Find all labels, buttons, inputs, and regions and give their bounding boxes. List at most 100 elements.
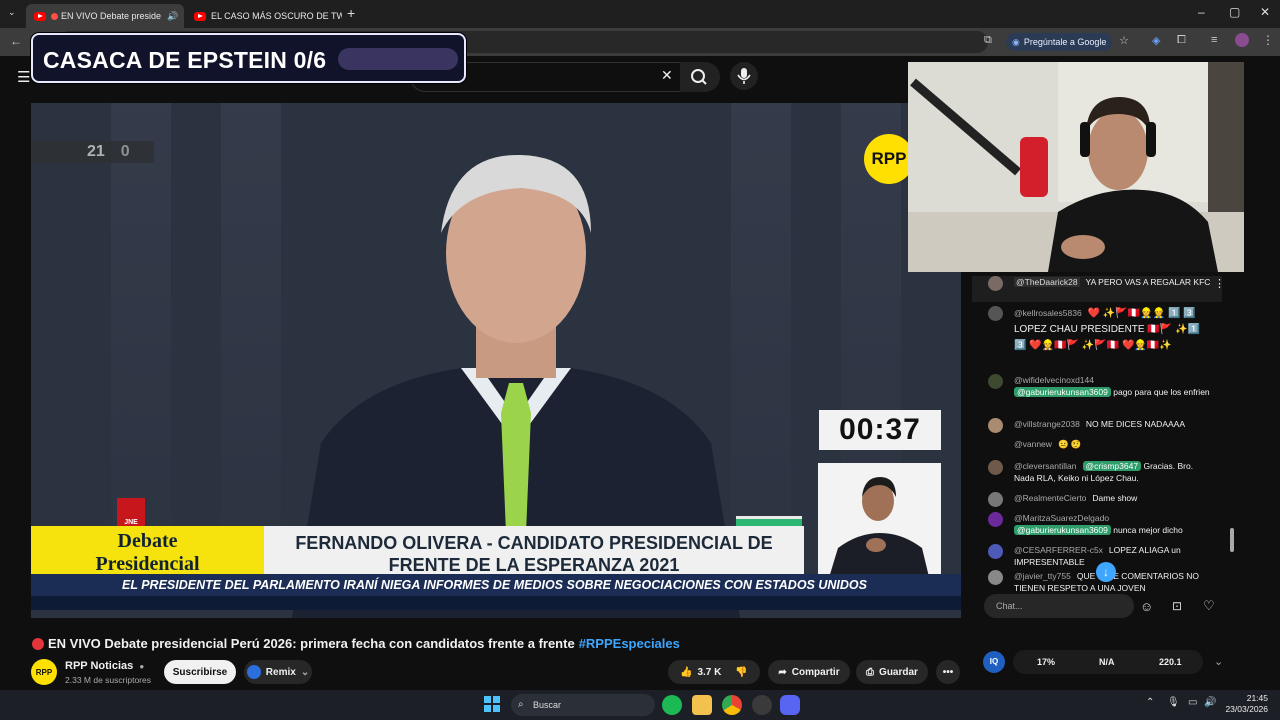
chat-author[interactable]: @vannew	[1014, 439, 1052, 449]
volume-icon[interactable]: 🔊	[1204, 697, 1216, 708]
heart-icon[interactable]: ♡	[1203, 598, 1215, 614]
search-icon: ⌕	[518, 699, 524, 710]
chat-text: pago para que los enfrien	[1113, 387, 1210, 397]
stats-logo-icon: IQ	[983, 651, 1005, 673]
chat-author[interactable]: @TheDaarick28	[1014, 277, 1080, 287]
mention-chip[interactable]: @gaburierukunsan3609	[1014, 525, 1111, 535]
microphone-icon	[737, 68, 751, 84]
save-button[interactable]: ⎙ Guardar	[856, 660, 928, 684]
chrome-icon[interactable]	[722, 695, 742, 715]
minimize-button[interactable]: –	[1198, 5, 1205, 19]
scroll-down-button[interactable]: ↓	[1096, 562, 1116, 582]
dislike-icon[interactable]: 👎	[735, 667, 747, 678]
tab-search-icon[interactable]: ⌄	[8, 7, 16, 18]
stat-value: 220.1	[1159, 657, 1182, 667]
chat-author[interactable]: @CESARFERRER-c5x	[1014, 545, 1103, 555]
taskbar-clock[interactable]: 21:45 23/03/2026	[1222, 693, 1268, 715]
like-dislike-group: 👍 3.7 K 👎	[668, 660, 760, 684]
windows-start-icon[interactable]	[484, 696, 500, 712]
mic-button[interactable]	[730, 62, 758, 90]
menu-icon[interactable]: ⋮	[1262, 33, 1274, 47]
tab-inactive[interactable]: EL CASO MÁS OSCURO DE TW ✕	[186, 4, 342, 28]
speaker-icon[interactable]: 🔊	[167, 11, 178, 22]
mention-chip[interactable]: @gaburierukunsan3609	[1014, 387, 1111, 397]
avatar	[988, 544, 1003, 559]
search-button[interactable]	[680, 62, 720, 92]
avatar	[988, 570, 1003, 585]
back-icon[interactable]: ←	[10, 34, 22, 48]
taskbar-search[interactable]: ⌕ Buscar	[511, 694, 655, 716]
live-indicator-icon	[32, 637, 44, 650]
chevron-down-icon[interactable]: ⌄	[1214, 655, 1223, 668]
clear-search-icon[interactable]: ✕	[661, 67, 673, 84]
chat-author[interactable]: @wifidelvecinoxd144	[1014, 375, 1094, 385]
score-value: 21	[87, 143, 105, 160]
windows-logo	[484, 696, 500, 712]
bookmark-star-icon[interactable]: ☆	[1119, 34, 1129, 47]
new-tab-button[interactable]: +	[347, 5, 355, 21]
stream-overlay-counter: CASACA DE EPSTEIN 0/6	[31, 33, 466, 83]
stat-percent: 17%	[1037, 657, 1056, 667]
ask-google-label: Pregúntale a Google	[1023, 37, 1107, 47]
news-ticker-secondary	[31, 596, 961, 610]
subscribe-button[interactable]: Suscribirse	[164, 660, 236, 684]
maximize-button[interactable]: ▢	[1229, 5, 1240, 19]
install-icon[interactable]: ⧉	[984, 34, 992, 47]
media-icon[interactable]: ≡	[1211, 34, 1217, 46]
channel-name[interactable]: RPP Noticias ●	[65, 660, 144, 672]
hamburger-icon[interactable]: ☰	[17, 68, 30, 86]
obs-icon[interactable]	[752, 695, 772, 715]
chat-scrollbar[interactable]	[1230, 528, 1234, 552]
avatar	[988, 512, 1003, 527]
lower-third-accent	[736, 516, 802, 526]
file-explorer-icon[interactable]	[692, 695, 712, 715]
lower-third-caption: FERNANDO OLIVERA - CANDIDATO PRESIDENCIA…	[264, 526, 804, 580]
score-box: 21 0	[31, 141, 154, 163]
chat-text: 😐 🤨	[1057, 439, 1082, 449]
avatar	[988, 276, 1003, 291]
caption-line-2: FRENTE DE LA ESPERANZA 2021	[388, 555, 680, 575]
remix-icon	[246, 665, 261, 679]
more-actions-button[interactable]: •••	[936, 660, 960, 684]
tray-chevron-icon[interactable]: ⌃	[1146, 697, 1154, 708]
discord-icon[interactable]	[780, 695, 800, 715]
chat-input[interactable]: Chat...	[984, 594, 1134, 618]
mic-tray-icon[interactable]: 🎙	[1167, 697, 1180, 708]
chat-author[interactable]: @javier_tty755	[1014, 571, 1071, 581]
network-icon[interactable]: ▭	[1188, 697, 1197, 708]
chat-author[interactable]: @kellrosales5836	[1014, 308, 1082, 318]
avatar	[988, 306, 1003, 321]
avatar	[988, 418, 1003, 433]
emoji-icon[interactable]: ☺	[1140, 599, 1153, 614]
video-player[interactable]: 21 0 RPP 00:37 JNE Debate Presidencial F…	[31, 103, 961, 618]
chat-author[interactable]: @RealmenteCierto	[1014, 493, 1086, 503]
tab-active[interactable]: EN VIVO Debate preside 🔊 ✕	[26, 4, 184, 28]
youtube-icon	[194, 11, 206, 21]
clock-time: 21:45	[1246, 693, 1268, 703]
chat-author[interactable]: @villstrange2038	[1014, 419, 1080, 429]
share-icon: ➦	[778, 666, 787, 678]
overlay-text: CASACA DE EPSTEIN 0/6	[43, 47, 327, 73]
share-button[interactable]: ➦ Compartir	[768, 660, 850, 684]
avatar	[988, 492, 1003, 507]
chat-author[interactable]: @cleversantillan	[1014, 461, 1077, 471]
remix-button[interactable]: Remix ⌄	[244, 660, 312, 684]
profile-avatar[interactable]	[1235, 33, 1249, 47]
chat-author[interactable]: @MaritzaSuarezDelgado	[1014, 513, 1109, 523]
clock-date: 23/03/2026	[1225, 704, 1268, 714]
super-chat-icon[interactable]: ⊡	[1172, 599, 1182, 613]
mention-chip[interactable]: @crismp3647	[1082, 461, 1142, 471]
avatar	[988, 460, 1003, 475]
extension-icon[interactable]: ◈	[1152, 34, 1160, 47]
like-count[interactable]: 3.7 K	[697, 667, 721, 678]
bookmark-icon: ⎙	[866, 666, 875, 678]
hashtag-link[interactable]: #RPPEspeciales	[579, 636, 680, 651]
spotify-icon[interactable]	[662, 695, 682, 715]
puzzle-icon[interactable]: ⧠	[1177, 34, 1186, 47]
channel-avatar[interactable]: RPP	[31, 659, 57, 685]
close-window-button[interactable]: ✕	[1260, 5, 1270, 19]
save-label: Guardar	[879, 666, 918, 678]
ask-google-button[interactable]: ◉ Pregúntale a Google	[1006, 33, 1113, 51]
message-menu-icon[interactable]: ⋮	[1214, 278, 1225, 290]
like-icon[interactable]: 👍	[680, 667, 692, 678]
